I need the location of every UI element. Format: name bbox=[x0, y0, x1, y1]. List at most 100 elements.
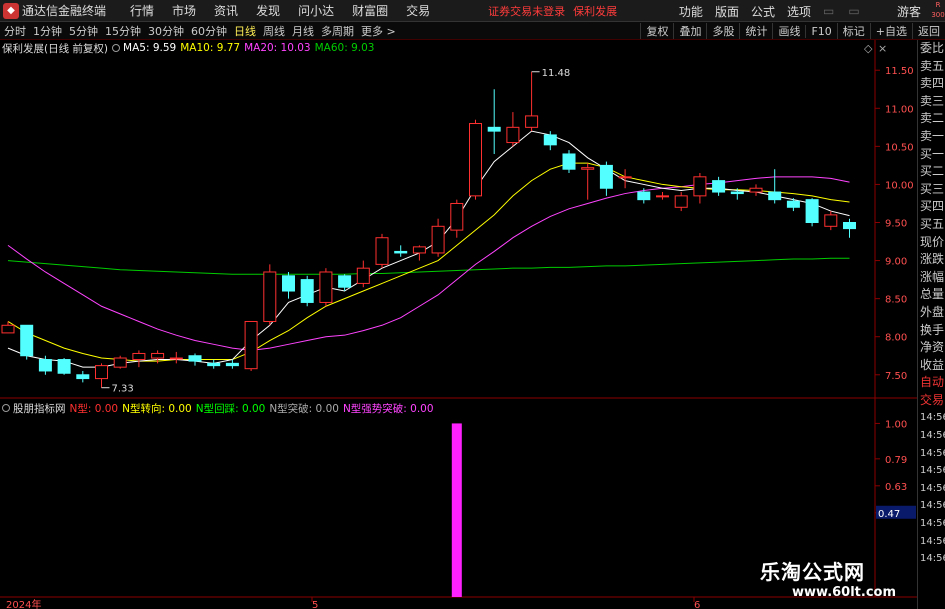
candle bbox=[338, 275, 352, 288]
ind-y-tick-label: 1.00 bbox=[885, 419, 907, 430]
menu-layout[interactable]: 版面 bbox=[715, 3, 739, 20]
side-panel-item: 买一 bbox=[920, 146, 945, 161]
menu-trade[interactable]: 交易 bbox=[406, 2, 430, 19]
menu-discover[interactable]: 发现 bbox=[256, 2, 280, 19]
candle bbox=[76, 374, 90, 380]
tool-back[interactable]: 返回 bbox=[912, 23, 945, 39]
max-price-label: 11.48 bbox=[542, 68, 571, 79]
y-tick-label: 7.50 bbox=[885, 371, 907, 382]
y-tick-label: 8.50 bbox=[885, 295, 907, 306]
kline-chart[interactable]: ◇ × 7.50 8.00 8.50 9.00 9.50 10.00 10.50 11.00 1… bbox=[0, 40, 917, 609]
ma20-line bbox=[7, 176, 850, 351]
panel-diamond-icon[interactable]: ◇ bbox=[864, 42, 873, 55]
title-bar: ◆ 通达信金融终端 行情 市场 资讯 发现 问小达 财富圈 交易 证券交易未登录… bbox=[0, 0, 945, 22]
period-more[interactable]: 更多 > bbox=[361, 23, 396, 39]
tool-f10[interactable]: F10 bbox=[805, 24, 836, 38]
chart-tools: 复权 叠加 多股 统计 画线 F10 标记 +自选 返回 bbox=[640, 22, 945, 40]
menu-news[interactable]: 资讯 bbox=[214, 2, 238, 19]
period-60min[interactable]: 60分钟 bbox=[191, 23, 227, 39]
period-toolbar: 分时 1分钟 5分钟 15分钟 30分钟 60分钟 日线 周线 月线 多周期 更… bbox=[0, 22, 945, 40]
period-multi[interactable]: 多周期 bbox=[321, 23, 354, 39]
tool-overlay[interactable]: 叠加 bbox=[673, 23, 706, 39]
quote-side-panel: 委比 卖五 卖四 卖三 卖二 卖一 买一 买二 买三 买四 买五 现价 涨跌 涨幅 总量 外盘 换手 净资 收益 自动… bbox=[917, 40, 945, 609]
candle bbox=[38, 359, 52, 372]
candle bbox=[375, 237, 389, 265]
side-panel-item: 委比 bbox=[920, 41, 945, 55]
tool-multistock[interactable]: 多股 bbox=[706, 23, 739, 39]
period-timeline[interactable]: 分时 bbox=[4, 23, 26, 39]
candle bbox=[506, 126, 520, 144]
app-logo-icon: ◆ bbox=[3, 2, 19, 19]
y-tick-label: 11.00 bbox=[885, 104, 914, 115]
side-panel-item: 涨跌 bbox=[920, 252, 945, 267]
period-1min[interactable]: 1分钟 bbox=[33, 23, 62, 39]
y-tick-label: 9.00 bbox=[885, 257, 907, 268]
watermark-url: www.60lt.com bbox=[792, 585, 897, 600]
period-15min[interactable]: 15分钟 bbox=[105, 23, 141, 39]
side-panel-item: 买五 bbox=[920, 216, 945, 231]
candle bbox=[730, 191, 744, 195]
candle bbox=[319, 271, 333, 303]
y-tick-label: 9.50 bbox=[885, 219, 907, 230]
ind-y-tick-label: 0.79 bbox=[885, 455, 907, 466]
guest-user[interactable]: 游客 bbox=[897, 3, 921, 20]
candle bbox=[543, 134, 557, 146]
candle bbox=[394, 250, 408, 254]
tool-draw[interactable]: 画线 bbox=[772, 23, 805, 39]
side-panel-item: 14:56 bbox=[920, 553, 945, 565]
period-30min[interactable]: 30分钟 bbox=[148, 23, 184, 39]
candle bbox=[749, 187, 763, 193]
watermark: 乐淘公式网 www.60lt.com bbox=[760, 556, 920, 606]
side-panel-item: 14:56 bbox=[920, 500, 945, 512]
tool-adjust[interactable]: 复权 bbox=[640, 23, 673, 39]
tool-mark[interactable]: 标记 bbox=[836, 23, 870, 39]
candle bbox=[1, 324, 15, 334]
ma60-line bbox=[7, 257, 850, 275]
side-panel-item: 买四 bbox=[920, 199, 945, 214]
y-tick-label: 8.00 bbox=[885, 333, 907, 344]
menu-formula[interactable]: 公式 bbox=[751, 3, 775, 20]
candle bbox=[244, 320, 258, 370]
candle bbox=[469, 123, 482, 197]
title-right-menus: 功能 版面 公式 选项 ▭▭ 游客 bbox=[679, 0, 945, 22]
period-weekly[interactable]: 周线 bbox=[263, 23, 285, 39]
candle bbox=[637, 191, 651, 201]
side-panel-item[interactable]: 交易 bbox=[918, 392, 945, 410]
period-5min[interactable]: 5分钟 bbox=[69, 23, 98, 39]
side-panel-item[interactable]: 自动 bbox=[918, 374, 945, 392]
candle bbox=[169, 357, 183, 360]
candle bbox=[525, 115, 539, 128]
menu-function[interactable]: 功能 bbox=[679, 3, 703, 20]
tool-add-favorite[interactable]: +自选 bbox=[869, 23, 912, 39]
candle bbox=[656, 195, 669, 198]
menu-ask[interactable]: 问小达 bbox=[298, 2, 334, 19]
side-panel-item: 14:56 bbox=[920, 518, 945, 530]
candle bbox=[693, 176, 707, 197]
candle bbox=[132, 352, 146, 361]
menu-quotes[interactable]: 行情 bbox=[130, 2, 154, 19]
side-panel-item: 14:56 bbox=[920, 535, 945, 547]
period-daily[interactable]: 日线 bbox=[234, 23, 256, 39]
side-panel-item: 卖二 bbox=[920, 111, 945, 126]
menu-market[interactable]: 市场 bbox=[172, 2, 196, 19]
menu-options[interactable]: 选项 bbox=[787, 3, 811, 20]
side-panel-item: 卖五 bbox=[920, 58, 945, 73]
candle bbox=[599, 164, 613, 189]
x-label-jun: 6 bbox=[694, 600, 700, 609]
trade-login-warning[interactable]: 证券交易未登录 bbox=[488, 3, 565, 19]
period-monthly[interactable]: 月线 bbox=[292, 23, 314, 39]
window-controls-icon[interactable]: ▭▭ bbox=[823, 4, 883, 18]
candle bbox=[450, 202, 464, 231]
x-label-may: 5 bbox=[312, 600, 318, 609]
panel-close-icon[interactable]: × bbox=[878, 42, 887, 55]
ind-current-label: 0.47 bbox=[878, 509, 900, 520]
candle bbox=[188, 355, 202, 362]
candle bbox=[57, 359, 71, 374]
watermark-name: 乐淘公式网 bbox=[760, 560, 865, 584]
tool-stats[interactable]: 统计 bbox=[739, 23, 772, 39]
candle bbox=[768, 191, 782, 201]
candle bbox=[282, 275, 295, 292]
menu-wealth[interactable]: 财富圈 bbox=[352, 2, 388, 19]
r-badge: R 300 bbox=[931, 1, 945, 19]
stock-name-title: 保利发展 bbox=[573, 4, 618, 18]
